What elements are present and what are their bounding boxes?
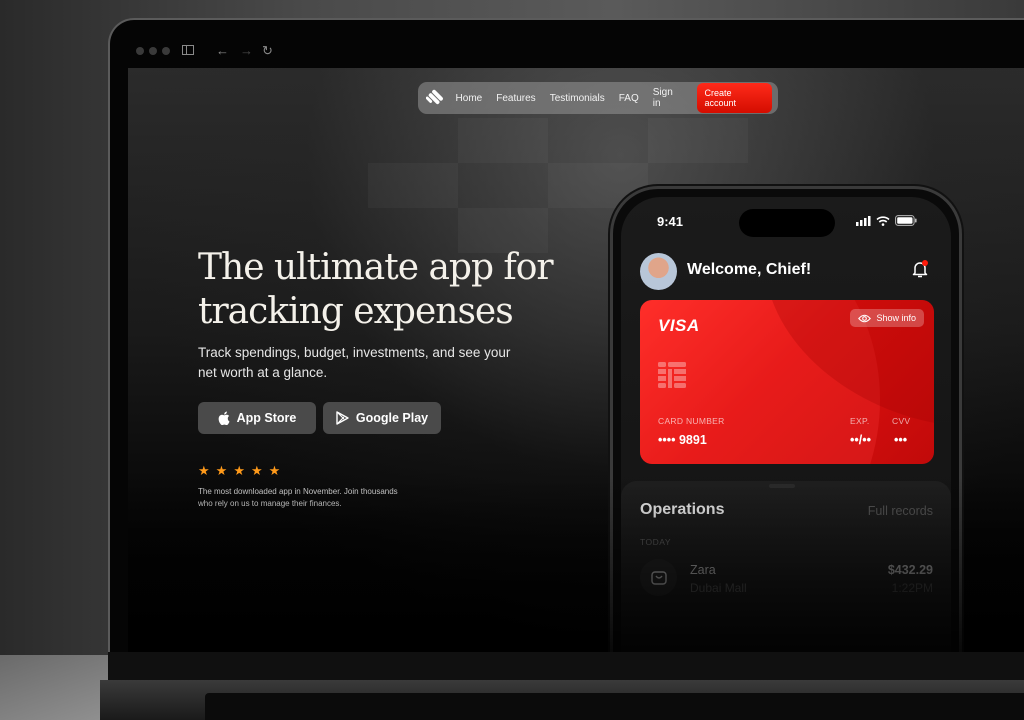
star-icon: ★ (198, 463, 210, 478)
hero-title: The ultimate app for tracking expenses (198, 246, 618, 334)
star-icon: ★ (233, 463, 245, 478)
window-minimize-button[interactable] (149, 47, 157, 55)
nav-link-features[interactable]: Features (496, 93, 535, 104)
dynamic-island (739, 209, 835, 237)
google-play-icon (336, 411, 349, 425)
operations-panel: Operations Full records TODAY Zara Dubai… (621, 481, 951, 652)
notification-bell-icon[interactable] (911, 259, 929, 284)
show-info-button[interactable]: Show info (850, 309, 924, 327)
battery-icon (895, 215, 917, 226)
window-maximize-button[interactable] (162, 47, 170, 55)
app-store-button[interactable]: App Store (198, 402, 316, 434)
nav-link-sign-in[interactable]: Sign in (653, 87, 683, 109)
star-icon: ★ (268, 463, 281, 478)
phone-screen: 9:41 Welcome, Chief! VISA Show info CARD… (621, 197, 951, 652)
shopping-bag-icon (640, 559, 677, 596)
nav-link-faq[interactable]: FAQ (619, 93, 639, 104)
payment-card[interactable]: VISA Show info CARD NUMBER •••• 9891 EXP… (640, 300, 934, 464)
hero-title-line-2: tracking expenses (198, 291, 514, 332)
wifi-icon (876, 215, 890, 226)
star-icon: ★ (215, 463, 228, 478)
operation-amount: $432.29 (887, 563, 933, 577)
app-store-label: App Store (236, 411, 297, 425)
operation-time: 1:22PM (891, 581, 933, 595)
user-avatar[interactable] (640, 253, 677, 290)
rating-stars: ★ ★ ★ ★ ★ (198, 464, 280, 477)
full-records-link[interactable]: Full records (868, 504, 933, 518)
reload-icon[interactable]: ↻ (262, 43, 273, 59)
hero-title-line-1: The ultimate app for (198, 247, 554, 288)
operations-day-label: TODAY (640, 537, 671, 547)
show-info-label: Show info (876, 313, 916, 323)
google-play-label: Google Play (355, 411, 429, 425)
operations-title: Operations (640, 501, 725, 518)
browser-toolbar: ← → ↻ (128, 34, 1024, 68)
back-icon[interactable]: ← (216, 43, 229, 59)
card-cvv-value: ••• (894, 433, 908, 447)
card-exp-label: EXP. (850, 416, 870, 426)
signal-icon (856, 215, 871, 226)
website-viewport: Home Features Testimonials FAQ Sign in C… (128, 68, 1024, 652)
brand-logo-icon[interactable] (426, 89, 444, 107)
create-account-button[interactable]: Create account (696, 83, 772, 113)
google-play-button[interactable]: Google Play (323, 402, 441, 434)
laptop-keyboard (205, 693, 1024, 720)
top-navigation: Home Features Testimonials FAQ Sign in C… (418, 82, 778, 114)
operation-location: Dubai Mall (690, 581, 747, 595)
status-time: 9:41 (657, 214, 684, 229)
operation-merchant: Zara (690, 563, 716, 577)
nav-link-home[interactable]: Home (456, 93, 483, 104)
card-number-label: CARD NUMBER (658, 416, 725, 426)
window-close-button[interactable] (136, 47, 144, 55)
apple-icon (218, 411, 230, 425)
card-exp-value: ••/•• (850, 433, 871, 447)
card-chip-icon (658, 362, 686, 388)
laptop-hinge (108, 652, 1024, 680)
eye-icon (858, 314, 872, 322)
card-cvv-label: CVV (892, 416, 911, 426)
rating-text: The most downloaded app in November. Joi… (198, 487, 398, 508)
sheet-drag-handle[interactable] (769, 484, 795, 488)
card-number-value: •••• 9891 (658, 433, 707, 447)
forward-icon[interactable]: → (240, 43, 253, 59)
star-icon: ★ (250, 463, 263, 478)
hero-subtitle: Track spendings, budget, investments, an… (198, 345, 511, 380)
status-icons (856, 215, 917, 226)
nav-link-testimonials[interactable]: Testimonials (550, 93, 605, 104)
sidebar-icon[interactable] (182, 43, 194, 59)
card-brand: VISA (658, 316, 700, 335)
welcome-greeting: Welcome, Chief! (687, 261, 812, 278)
phone-mockup: 9:41 Welcome, Chief! VISA Show info CARD… (610, 186, 962, 652)
